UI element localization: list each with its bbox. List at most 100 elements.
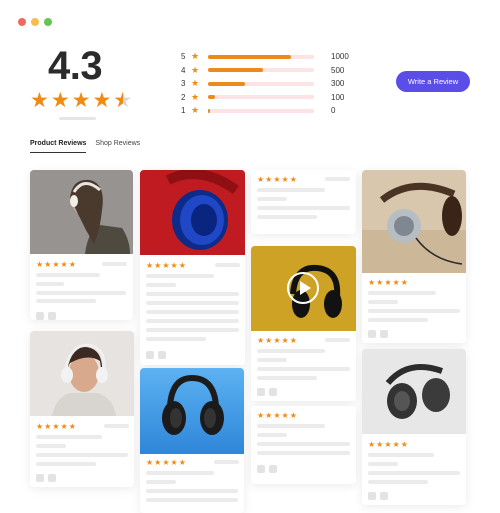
star-icon: ★ xyxy=(191,91,200,102)
review-card[interactable]: ★★★★★ xyxy=(140,170,245,365)
review-text-placeholder xyxy=(36,453,128,457)
review-text-placeholder xyxy=(257,442,350,446)
review-card[interactable]: ★★★★★ xyxy=(30,331,134,487)
star-icon: ★ xyxy=(191,51,200,62)
star-icon: ★ xyxy=(191,78,200,89)
review-card[interactable]: ★★★★★ xyxy=(251,406,356,484)
review-text-placeholder xyxy=(257,433,287,437)
thumbnail-placeholder xyxy=(269,388,277,396)
review-photo-woman-headphones xyxy=(30,170,133,254)
review-text-placeholder xyxy=(368,318,428,322)
rating-bar-fill xyxy=(208,81,246,86)
review-text-placeholder xyxy=(36,291,126,295)
tab-product-reviews[interactable]: Product Reviews xyxy=(30,140,87,153)
review-text-placeholder xyxy=(215,263,240,267)
review-photo-girl-headphones xyxy=(30,331,134,416)
rating-bar-fill xyxy=(208,68,264,73)
rating-bar-track xyxy=(208,95,314,100)
review-text-placeholder xyxy=(146,283,176,287)
rating-row-5: 5 ★ 1000 xyxy=(181,50,349,64)
rating-bar-fill xyxy=(208,108,211,113)
window-controls xyxy=(18,18,52,26)
rating-bar-track xyxy=(208,81,314,86)
review-card[interactable]: ★★★★★ xyxy=(140,368,244,513)
tab-shop-reviews[interactable]: Shop Reviews xyxy=(95,140,140,153)
review-card[interactable]: ★★★★★ xyxy=(362,170,466,343)
rating-row-stars: 1 xyxy=(181,106,186,116)
review-text-placeholder xyxy=(146,480,176,484)
review-photo-black-headphones xyxy=(140,368,244,454)
rating-row-3: 3 ★ 300 xyxy=(181,77,349,91)
write-review-button[interactable]: Write a Review xyxy=(396,71,470,92)
review-card-stars: ★★★★★ xyxy=(146,458,187,467)
review-text-placeholder xyxy=(146,310,239,314)
rating-bar-track xyxy=(208,108,314,113)
review-text-placeholder xyxy=(325,338,350,342)
thumbnail-placeholder xyxy=(146,351,154,359)
review-card-stars: ★★★★★ xyxy=(257,411,298,420)
rating-breakdown: 5 ★ 1000 4 ★ 500 3 ★ 300 2 ★ 100 1 ★ 0 xyxy=(181,50,349,118)
review-text-placeholder xyxy=(368,471,460,475)
minimize-window-dot[interactable] xyxy=(31,18,39,26)
rating-bar-track xyxy=(208,54,314,59)
review-text-placeholder xyxy=(214,460,239,464)
review-text-placeholder xyxy=(146,292,239,296)
rating-row-1: 1 ★ 0 xyxy=(181,104,349,118)
review-text-placeholder xyxy=(36,273,100,277)
review-text-placeholder xyxy=(36,435,102,439)
review-text-placeholder xyxy=(36,462,96,466)
thumbnail-placeholder xyxy=(36,312,44,320)
rating-bar-track xyxy=(208,68,314,73)
average-score: 4.3 xyxy=(48,44,103,88)
review-card[interactable]: ★★★★★ xyxy=(251,246,356,401)
review-photo-silver-headphones xyxy=(362,170,466,273)
review-text-placeholder xyxy=(257,349,325,353)
score-caption-placeholder xyxy=(59,117,96,120)
thumbnail-placeholder xyxy=(158,351,166,359)
review-card[interactable]: ★★★★★ xyxy=(362,349,466,505)
review-text-placeholder xyxy=(257,188,325,192)
review-card-stars: ★★★★★ xyxy=(368,440,409,449)
star-icon: ★ xyxy=(50,89,70,112)
review-card-stars: ★★★★★ xyxy=(36,260,77,269)
maximize-window-dot[interactable] xyxy=(44,18,52,26)
review-card[interactable]: ★★★★★ xyxy=(251,170,356,234)
thumbnail-placeholder xyxy=(36,474,44,482)
review-card-stars: ★★★★★ xyxy=(146,261,187,270)
review-text-placeholder xyxy=(36,299,96,303)
review-text-placeholder xyxy=(146,301,239,305)
rating-row-2: 2 ★ 100 xyxy=(181,91,349,105)
review-text-placeholder xyxy=(368,291,436,295)
thumbnail-placeholder xyxy=(368,492,376,500)
close-window-dot[interactable] xyxy=(18,18,26,26)
review-card-stars: ★★★★★ xyxy=(36,422,77,431)
review-text-placeholder xyxy=(257,376,317,380)
thumbnail-placeholder xyxy=(48,474,56,482)
review-text-placeholder xyxy=(146,471,214,475)
review-text-placeholder xyxy=(146,319,239,323)
review-text-placeholder xyxy=(368,300,398,304)
play-video-button[interactable] xyxy=(287,272,319,304)
review-text-placeholder xyxy=(104,424,129,428)
rating-bar-fill xyxy=(208,54,291,59)
thumbnail-placeholder xyxy=(48,312,56,320)
review-text-placeholder xyxy=(102,262,127,266)
thumbnail-placeholder xyxy=(257,465,265,473)
thumbnail-placeholder xyxy=(269,465,277,473)
review-text-placeholder xyxy=(36,444,66,448)
review-text-placeholder xyxy=(257,206,350,210)
thumbnail-placeholder xyxy=(257,388,265,396)
rating-bar-fill xyxy=(208,95,216,100)
rating-row-count: 500 xyxy=(331,65,345,75)
rating-row-count: 1000 xyxy=(331,52,349,62)
review-text-placeholder xyxy=(368,462,398,466)
review-card-stars: ★★★★★ xyxy=(368,278,409,287)
review-text-placeholder xyxy=(36,282,64,286)
review-tabs: Product Reviews Shop Reviews xyxy=(30,140,140,153)
review-photo-gray-headphones xyxy=(362,349,466,434)
rating-row-count: 0 xyxy=(331,106,336,116)
review-text-placeholder xyxy=(257,215,317,219)
review-card[interactable]: ★★★★★ xyxy=(30,170,133,320)
rating-row-stars: 2 xyxy=(181,92,186,102)
review-text-placeholder xyxy=(146,337,206,341)
